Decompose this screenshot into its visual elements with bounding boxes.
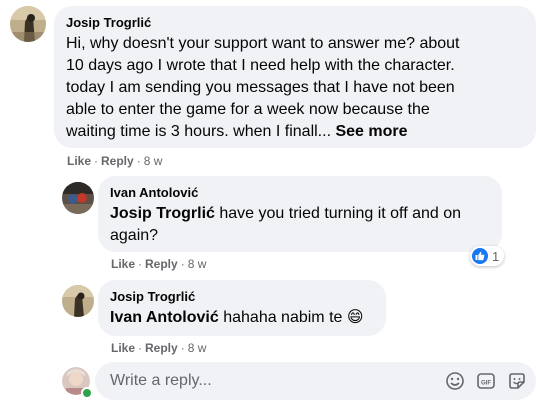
reply-text: Ivan Antolović hahaha nabim te 😄 <box>110 309 364 326</box>
sticker-icon[interactable] <box>507 371 527 391</box>
reply-link[interactable]: Reply <box>145 341 178 355</box>
avatar-josip[interactable] <box>10 6 46 42</box>
reply-link[interactable]: Reply <box>101 154 134 168</box>
reply-placeholder: Write a reply... <box>110 372 212 389</box>
gif-icon[interactable]: GIF <box>476 371 496 391</box>
reply-bubble: Ivan Antolović Josip Trogrlić have you t… <box>98 176 502 252</box>
reply-actions: Like · Reply · 8 w <box>111 341 207 355</box>
avatar-josip-small[interactable] <box>62 285 94 317</box>
like-link[interactable]: Like <box>111 257 135 271</box>
reply-author[interactable]: Josip Trogrlić <box>110 288 364 305</box>
reply-bubble: Josip Trogrlić Ivan Antolović hahaha nab… <box>98 280 386 336</box>
reply-text: Josip Trogrlić have you tried turning it… <box>110 205 462 244</box>
mention-link[interactable]: Josip Trogrlić <box>110 205 215 222</box>
timestamp[interactable]: 8 w <box>144 154 163 168</box>
comment-actions: Like · Reply · 8 w <box>67 154 163 168</box>
timestamp[interactable]: 8 w <box>188 257 207 271</box>
like-reaction-icon <box>472 248 488 264</box>
reply-actions: Like · Reply · 8 w <box>111 257 207 271</box>
online-status-indicator <box>81 387 93 399</box>
current-user-avatar[interactable] <box>62 367 93 399</box>
timestamp[interactable]: 8 w <box>188 341 207 355</box>
like-link[interactable]: Like <box>67 154 91 168</box>
avatar-ivan[interactable] <box>62 182 94 214</box>
svg-text:GIF: GIF <box>481 380 491 386</box>
like-link[interactable]: Like <box>111 341 135 355</box>
reply-input[interactable]: Write a reply... GIF <box>95 362 536 400</box>
reply-link[interactable]: Reply <box>145 257 178 271</box>
emoji-icon[interactable] <box>445 371 465 391</box>
grinning-emoji-icon: 😄 <box>346 309 364 326</box>
see-more-link[interactable]: See more <box>335 123 407 140</box>
comment-bubble: Josip Trogrlić Hi, why doesn't your supp… <box>54 6 536 148</box>
mention-link[interactable]: Ivan Antolović <box>110 309 219 326</box>
reaction-count[interactable]: 1 <box>470 246 505 266</box>
comment-author[interactable]: Josip Trogrlić <box>66 14 459 31</box>
reply-author[interactable]: Ivan Antolović <box>110 184 461 201</box>
comment-text: Hi, why doesn't your support want to ans… <box>66 35 460 140</box>
